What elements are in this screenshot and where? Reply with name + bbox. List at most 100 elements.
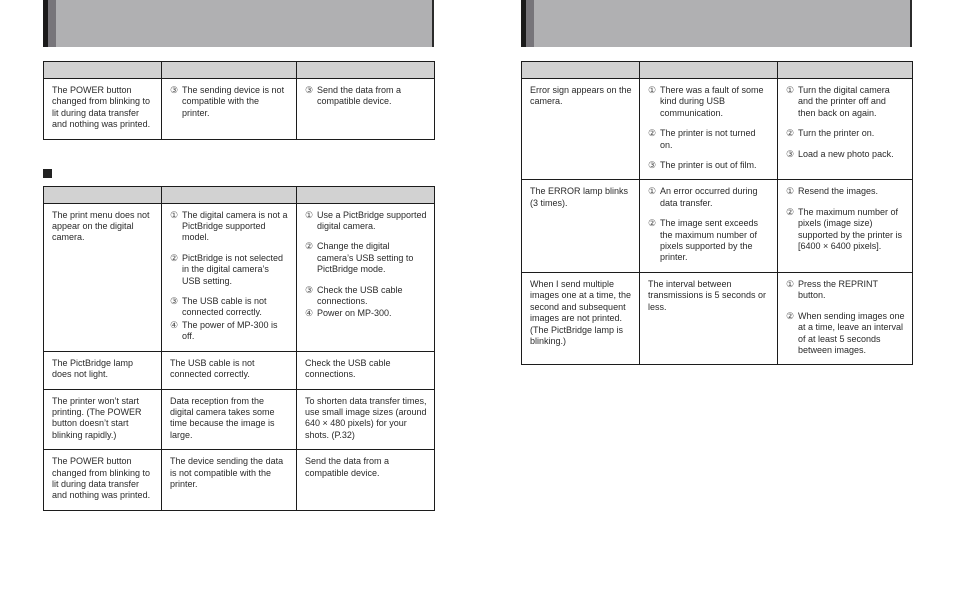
list-marker: ① bbox=[648, 186, 657, 197]
header-band-gray-bar bbox=[526, 0, 534, 47]
cell-cause: The device sending the data is not compa… bbox=[161, 449, 297, 511]
column-header-remedy bbox=[777, 61, 913, 79]
cause-list: ① There was a fault of some kind during … bbox=[648, 85, 770, 171]
list-marker: ① bbox=[786, 85, 795, 95]
list-item: ① There was a fault of some kind during … bbox=[648, 85, 770, 119]
remedy-list: ① Press the REPRINT button. ② When sendi… bbox=[786, 279, 905, 356]
list-text: The power of MP-300 is off. bbox=[182, 319, 278, 342]
list-text: Turn the printer on. bbox=[798, 128, 875, 139]
cell-remedy: ③ Send the data from a compatible device… bbox=[296, 78, 435, 140]
list-marker: ④ bbox=[170, 319, 179, 330]
list-marker: ② bbox=[786, 310, 795, 321]
cell-remedy: Send the data from a compatible device. bbox=[296, 449, 435, 511]
list-item: ③ The printer is out of film. bbox=[648, 160, 770, 171]
remedy-list: ① Use a PictBridge supported digital cam… bbox=[305, 210, 427, 320]
list-marker: ① bbox=[305, 209, 314, 220]
cell-symptom: The printer won’t start printing. (The P… bbox=[43, 388, 162, 451]
cause-list: ① An error occurred during data transfer… bbox=[648, 186, 770, 263]
cell-symptom: Error sign appears on the camera. bbox=[521, 77, 640, 181]
list-item: ① Turn the digital camera and the printe… bbox=[786, 85, 905, 119]
list-text: Use a PictBridge supported digital camer… bbox=[317, 209, 427, 232]
list-marker: ③ bbox=[170, 296, 179, 307]
list-item: ① Press the REPRINT button. bbox=[786, 279, 905, 302]
column-header-symptom bbox=[43, 185, 162, 204]
list-text: Check the USB cable connections. bbox=[317, 284, 403, 307]
cause-list: ① The digital camera is not a PictBridge… bbox=[170, 210, 289, 343]
list-text: The printer is out of film. bbox=[660, 160, 757, 171]
square-bullet-icon bbox=[43, 169, 52, 179]
list-item: ② The image sent exceeds the maximum num… bbox=[648, 218, 770, 264]
list-marker: ③ bbox=[305, 85, 314, 95]
list-item: ③ Send the data from a compatible device… bbox=[305, 85, 427, 108]
list-marker: ③ bbox=[786, 148, 795, 159]
list-item: ② When sending images one at a time, lea… bbox=[786, 311, 905, 357]
table-row: When I send multiple images one at a tim… bbox=[521, 271, 913, 366]
table-header-row bbox=[43, 61, 435, 79]
list-marker: ① bbox=[170, 209, 179, 220]
cell-remedy: To shorten data transfer times, use smal… bbox=[296, 388, 435, 451]
cell-symptom: The PictBridge lamp does not light. bbox=[43, 350, 162, 390]
list-item: ② The maximum number of pixels (image si… bbox=[786, 207, 905, 253]
list-text: An error occurred during data transfer. bbox=[660, 186, 758, 208]
list-item: ② The printer is not turned on. bbox=[648, 128, 770, 151]
list-text: The image sent exceeds the maximum numbe… bbox=[660, 218, 759, 263]
remedy-list: ① Turn the digital camera and the printe… bbox=[786, 85, 905, 160]
cell-remedy: ① Turn the digital camera and the printe… bbox=[777, 77, 913, 181]
troubleshooting-table-continued: The POWER button changed from blinking t… bbox=[43, 61, 435, 140]
list-text: Change the digital camera’s USB setting … bbox=[317, 241, 414, 275]
list-text: The digital camera is not a PictBridge s… bbox=[182, 209, 288, 243]
cell-symptom: When I send multiple images one at a tim… bbox=[521, 271, 640, 366]
header-band-gray-bar bbox=[48, 0, 56, 47]
column-header-remedy bbox=[296, 185, 435, 204]
list-item: ① Resend the images. bbox=[786, 186, 905, 197]
list-text: The printer is not turned on. bbox=[660, 128, 756, 150]
cause-list: ③ The sending device is not compatible w… bbox=[170, 85, 289, 119]
list-marker: ④ bbox=[305, 308, 314, 319]
list-marker: ③ bbox=[648, 160, 657, 171]
troubleshooting-table-errors: Error sign appears on the camera. ① Ther… bbox=[521, 61, 913, 366]
header-band-fill bbox=[56, 0, 434, 47]
list-text: Resend the images. bbox=[798, 186, 879, 197]
list-item: ① The digital camera is not a PictBridge… bbox=[170, 210, 289, 244]
cell-cause: ① There was a fault of some kind during … bbox=[639, 77, 778, 181]
list-marker: ② bbox=[305, 241, 314, 252]
list-item: ③ The sending device is not compatible w… bbox=[170, 85, 289, 119]
list-marker: ② bbox=[786, 206, 795, 217]
list-text: Send the data from a compatible device. bbox=[317, 85, 402, 107]
cell-symptom: The POWER button changed from blinking t… bbox=[43, 78, 162, 140]
cell-remedy: Check the USB cable connections. bbox=[296, 350, 435, 390]
cell-symptom: The print menu does not appear on the di… bbox=[43, 202, 162, 352]
column-header-cause bbox=[639, 61, 778, 79]
column-header-cause bbox=[161, 185, 297, 204]
cell-cause: ① The digital camera is not a PictBridge… bbox=[161, 202, 297, 352]
table-row: The printer won’t start printing. (The P… bbox=[43, 388, 435, 451]
list-marker: ② bbox=[786, 128, 795, 139]
list-marker: ① bbox=[648, 85, 657, 95]
header-band-fill bbox=[534, 0, 912, 47]
document-page: The POWER button changed from blinking t… bbox=[0, 0, 954, 603]
cell-cause: ③ The sending device is not compatible w… bbox=[161, 78, 297, 140]
list-text: Load a new photo pack. bbox=[798, 148, 894, 159]
column-header-symptom bbox=[521, 61, 640, 79]
running-header-band-right bbox=[521, 0, 912, 47]
list-item: ② PictBridge is not selected in the digi… bbox=[170, 253, 289, 287]
list-text: There was a fault of some kind during US… bbox=[660, 85, 764, 118]
cell-symptom: The ERROR lamp blinks (3 times). bbox=[521, 179, 640, 273]
list-item: ① An error occurred during data transfer… bbox=[648, 186, 770, 209]
cell-remedy: ① Use a PictBridge supported digital cam… bbox=[296, 202, 435, 352]
list-item: ④ Power on MP-300. bbox=[305, 308, 427, 319]
table-row: The print menu does not appear on the di… bbox=[43, 202, 435, 352]
list-item: ① Use a PictBridge supported digital cam… bbox=[305, 210, 427, 233]
cell-cause: Data reception from the digital camera t… bbox=[161, 388, 297, 451]
list-text: Turn the digital camera and the printer … bbox=[798, 85, 890, 118]
list-item: ④ The power of MP-300 is off. bbox=[170, 320, 289, 343]
column-header-remedy bbox=[296, 61, 435, 79]
table-row: Error sign appears on the camera. ① Ther… bbox=[521, 77, 913, 181]
troubleshooting-table-pictbridge: The print menu does not appear on the di… bbox=[43, 185, 435, 511]
table-header-row bbox=[521, 61, 913, 79]
list-marker: ③ bbox=[305, 284, 314, 295]
list-marker: ② bbox=[170, 252, 179, 263]
table-row: The POWER button changed from blinking t… bbox=[43, 449, 435, 511]
column-header-cause bbox=[161, 61, 297, 79]
list-marker: ③ bbox=[170, 85, 179, 95]
